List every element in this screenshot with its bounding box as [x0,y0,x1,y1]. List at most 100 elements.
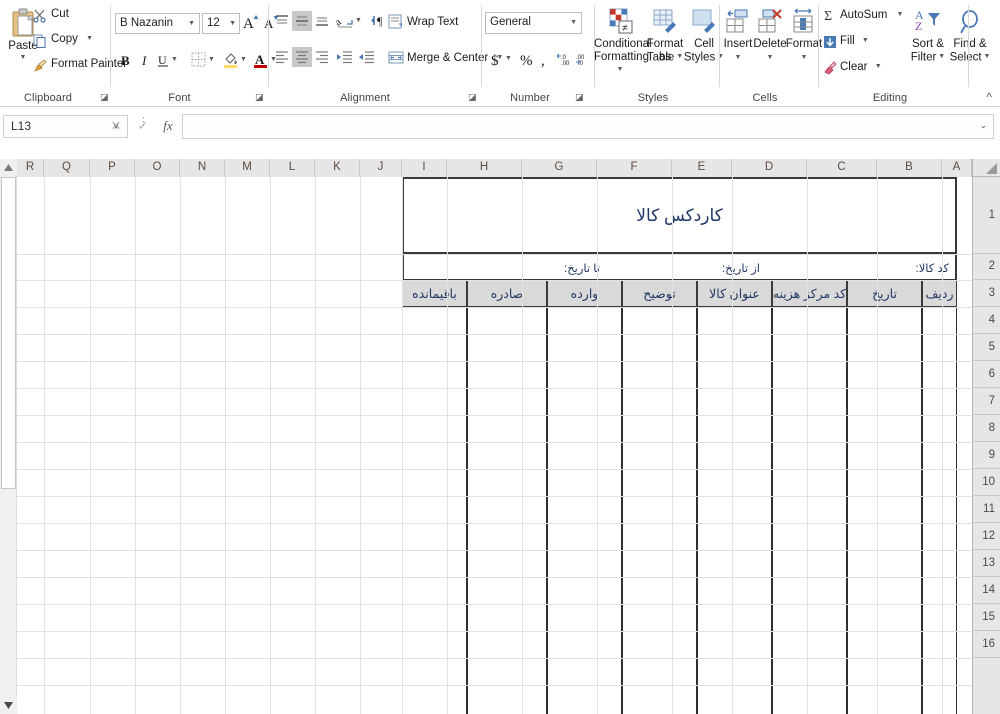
copy-button[interactable]: Copy ▼ [33,33,93,48]
underline-caret[interactable]: ▼ [171,56,178,63]
accounting-caret[interactable]: ▼ [505,55,512,62]
scroll-down-button[interactable] [0,697,17,714]
grid-line-vertical [135,177,136,714]
column-header-M[interactable]: M [225,159,270,177]
kardex-body-column-cost_center[interactable] [772,307,847,714]
orientation-caret[interactable]: ▼ [355,17,362,24]
borders-caret[interactable]: ▼ [208,56,215,63]
sort-filter-label-2: Filter ▼ [910,51,946,64]
column-header-F[interactable]: F [597,159,672,177]
kardex-body-column-issued[interactable] [467,307,547,714]
column-header-B[interactable]: B [877,159,942,177]
font-size-value: 12 [207,17,220,29]
column-header-C[interactable]: C [807,159,877,177]
row-header-10[interactable]: 10 [972,469,1000,496]
row-header-7[interactable]: 7 [972,388,1000,415]
insert-cells-caret[interactable]: ▼ [721,52,755,65]
align-center-button[interactable] [292,47,312,67]
align-middle-icon [294,13,310,29]
number-format-combo[interactable]: General ▼ [485,12,582,34]
font-size-caret[interactable]: ▼ [229,20,236,27]
row-header-1[interactable]: 1 [972,177,1000,254]
autosum-button[interactable]: Σ AutoSum ▼ [823,9,904,23]
collapse-ribbon-button[interactable]: ^ [986,90,992,104]
column-header-Q[interactable]: Q [44,159,90,177]
clear-button[interactable]: Clear ▼ [823,61,882,75]
kardex-body-column-item_name[interactable] [697,307,772,714]
column-header-I[interactable]: I [402,159,447,177]
clear-caret[interactable]: ▼ [875,63,882,70]
row-header-2[interactable]: 2 [972,254,1000,280]
vertical-scrollbar[interactable] [0,159,17,714]
wrap-text-button[interactable]: Wrap Text [388,14,458,29]
font-name-caret[interactable]: ▼ [188,20,195,27]
column-header-R[interactable]: R [17,159,44,177]
merge-center-icon [388,50,404,66]
enter-formula-button[interactable]: ✓ [131,115,155,138]
column-header-N[interactable]: N [180,159,225,177]
column-header-L[interactable]: L [270,159,315,177]
clear-icon [823,61,837,75]
column-header-A[interactable]: A [942,159,972,177]
formula-bar-expand-caret[interactable]: ⌄ [979,120,987,131]
autosum-caret[interactable]: ▼ [897,11,904,18]
cell-grid[interactable]: کاردکس کالا کد کالا: از تاریخ: تا تاریخ: ردی… [17,177,972,714]
column-header-D[interactable]: D [732,159,807,177]
increase-indent-icon [336,49,354,65]
kardex-body-column-row_no[interactable] [922,307,957,714]
font-name-combo[interactable]: B Nazanin ▼ [115,13,200,34]
font-size-combo[interactable]: 12 ▼ [202,13,240,34]
column-header-J[interactable]: J [360,159,402,177]
column-header-K[interactable]: K [315,159,360,177]
column-header-G[interactable]: G [522,159,597,177]
kardex-body-column-description[interactable] [622,307,697,714]
grid-line-horizontal [17,658,972,659]
fill-button[interactable]: Fill ▼ [823,35,869,48]
row-header-14[interactable]: 14 [972,577,1000,604]
row-header-8[interactable]: 8 [972,415,1000,442]
column-header-P[interactable]: P [90,159,135,177]
number-format-caret[interactable]: ▼ [570,19,577,26]
vertical-scrollbar-thumb[interactable] [1,177,16,489]
column-headers: RQPONMLKJIHGFEDCBA [17,159,1000,177]
row-header-11[interactable]: 11 [972,496,1000,523]
fill-color-caret[interactable]: ▼ [240,56,247,63]
cut-button[interactable]: Cut [33,8,69,23]
row-header-15[interactable]: 15 [972,604,1000,631]
row-header-9[interactable]: 9 [972,442,1000,469]
row-header-16[interactable]: 16 [972,631,1000,658]
insert-function-button[interactable]: fx [156,115,180,138]
row-header-13[interactable]: 13 [972,550,1000,577]
row-header-6[interactable]: 6 [972,361,1000,388]
name-box-value: L13 [11,119,32,133]
column-header-O[interactable]: O [135,159,180,177]
svg-text:A: A [255,52,265,67]
row-header-12[interactable]: 12 [972,523,1000,550]
scroll-up-button[interactable] [0,159,17,176]
number-dialog-launcher[interactable]: ◪ [575,92,584,103]
row-header-3[interactable]: 3 [972,280,1000,307]
column-header-E[interactable]: E [672,159,732,177]
align-bottom-icon [314,15,330,29]
column-header-H[interactable]: H [447,159,522,177]
copy-label: Copy [51,33,78,45]
copy-dropdown-caret[interactable]: ▼ [86,35,93,42]
formula-input[interactable]: ⌄ [182,114,994,139]
row-headers: 1 2 3 4 5 6 7 8 9 10 11 12 13 14 15 16 [972,177,1000,714]
fill-caret[interactable]: ▼ [862,37,869,44]
kardex-body-column-balance[interactable] [402,307,467,714]
ribbon-group-clipboard: Paste ▼ Cut Copy ▼ Format Painter Clipbo… [0,0,127,107]
select-all-corner[interactable] [972,159,1000,177]
ribbon-group-number: General ▼ $ ▼ % , .0 .00 .00 .0 Number ◪ [483,0,593,107]
delete-cells-caret[interactable]: ▼ [752,52,788,65]
svg-text:.00: .00 [561,61,570,67]
grid-line-vertical [732,177,733,714]
row-header-5[interactable]: 5 [972,334,1000,361]
grid-line-vertical [402,177,403,714]
kardex-body-column-date[interactable] [847,307,922,714]
kardex-body-column-received[interactable] [547,307,622,714]
increase-decimal-icon: .0 .00 [557,51,573,67]
row-header-4[interactable]: 4 [972,307,1000,334]
align-middle-button[interactable] [292,11,312,31]
cancel-formula-button[interactable]: ✕ [104,115,128,138]
